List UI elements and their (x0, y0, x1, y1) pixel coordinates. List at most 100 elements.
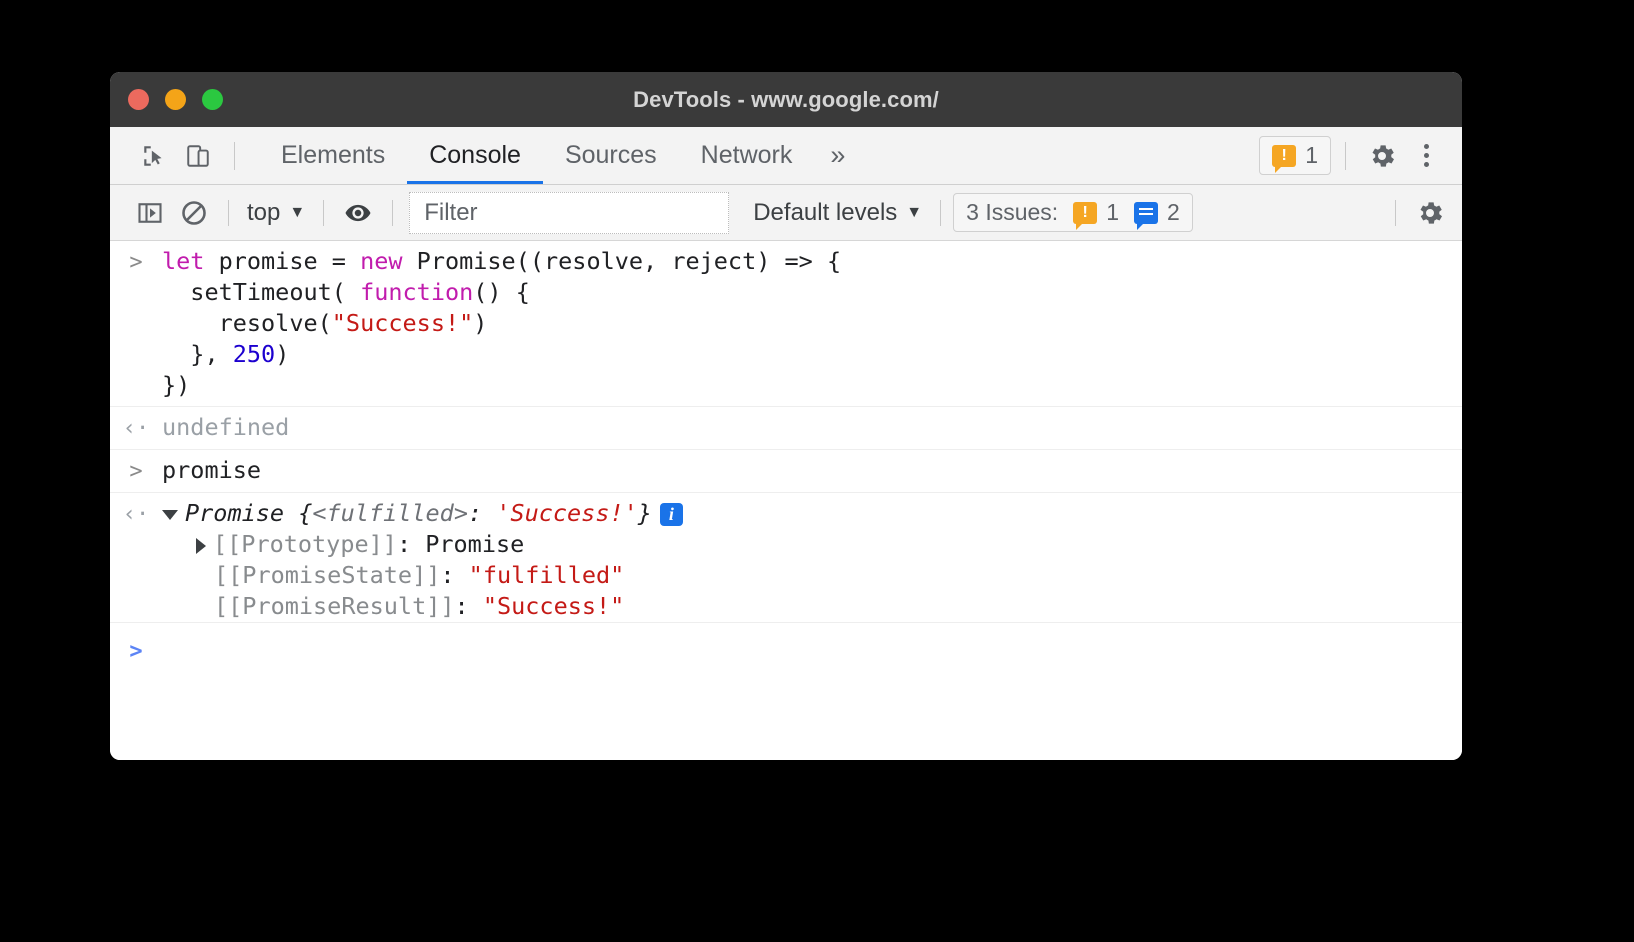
console-toolbar-divider-1 (228, 199, 229, 226)
issues-warning-count: 1 (1106, 199, 1119, 225)
tab-network-label: Network (700, 141, 793, 169)
issues-info-count: 2 (1166, 199, 1180, 225)
promise-object-header[interactable]: Promise {<fulfilled>: 'Success!'} i (162, 498, 1450, 529)
console-row-input-1[interactable]: > let promise = new Promise((resolve, re… (110, 241, 1462, 407)
property-key: [[PromiseResult]] (214, 592, 455, 620)
property-separator: : (396, 530, 426, 558)
window-title: DevTools - www.google.com/ (633, 86, 939, 112)
kebab-menu-icon[interactable] (1404, 134, 1448, 178)
console-toolbar-divider-5 (1395, 199, 1396, 226)
close-button[interactable] (128, 89, 149, 110)
clear-console-icon[interactable] (172, 193, 216, 233)
property-row-promiseresult[interactable]: [[PromiseResult]]: "Success!" (162, 591, 1450, 622)
tab-console[interactable]: Console (407, 127, 543, 184)
promise-state-tag: <fulfilled> (312, 499, 468, 527)
brace-close: } (637, 499, 652, 527)
log-levels-label: Default levels (753, 198, 898, 226)
warning-icon: ! (1272, 144, 1297, 173)
execution-context-label: top (247, 198, 281, 226)
disclosure-triangle-closed-icon[interactable] (196, 537, 206, 554)
tabbar-divider-2 (1345, 141, 1346, 170)
minimize-button[interactable] (165, 89, 186, 110)
chevron-double-right-icon: » (830, 140, 846, 170)
prompt-marker: > (129, 639, 143, 664)
info-icon[interactable]: i (659, 503, 683, 526)
output-marker-2: ‹· (122, 502, 150, 527)
window-controls (110, 89, 223, 110)
warning-count-chip[interactable]: ! 1 (1259, 136, 1331, 175)
code-token: let (162, 247, 219, 275)
execution-context-selector[interactable]: top ▼ (241, 199, 311, 227)
property-row-prototype[interactable]: [[Prototype]]: Promise (162, 529, 1450, 560)
live-expression-icon[interactable] (336, 193, 380, 233)
code-token: 250 (232, 340, 276, 368)
console-row-output-undefined[interactable]: ‹· undefined (110, 407, 1462, 450)
property-key: [[PromiseState]] (214, 561, 441, 589)
console-row-output-object[interactable]: ‹· Promise {<fulfilled>: 'Success!'} i [[… (110, 493, 1462, 622)
panel-tabs: Elements Console Sources Network » (259, 127, 861, 184)
tab-console-label: Console (429, 141, 521, 169)
code-token: () { (473, 278, 530, 306)
code-token: ) (275, 340, 290, 368)
property-value: "fulfilled" (468, 561, 625, 589)
maximize-button[interactable] (202, 89, 223, 110)
code-token: }, (162, 340, 233, 368)
console-prompt-row[interactable]: > (110, 622, 1462, 672)
screen: DevTools - www.google.com/ Elements Cons… (0, 0, 1634, 942)
input-marker-2: > (129, 459, 143, 484)
code-token: setTimeout( (162, 278, 361, 306)
code-token: ) (473, 309, 488, 337)
property-separator: : (440, 561, 469, 589)
issues-label: 3 Issues: (966, 199, 1059, 225)
log-levels-selector[interactable]: Default levels ▼ (747, 199, 928, 227)
console-output[interactable]: > let promise = new Promise((resolve, re… (110, 241, 1462, 760)
tab-elements[interactable]: Elements (259, 127, 407, 184)
toolbar-divider (234, 141, 235, 170)
more-tabs-button[interactable]: » (814, 127, 861, 184)
object-name: Promise (185, 499, 299, 527)
code-token: function (360, 278, 474, 306)
tab-network[interactable]: Network (679, 127, 815, 184)
devtools-window: DevTools - www.google.com/ Elements Cons… (110, 72, 1462, 760)
property-separator: : (454, 592, 483, 620)
input-marker-1: > (129, 250, 143, 275)
code-token: promise = (218, 247, 361, 275)
console-toolbar-divider-3 (392, 199, 394, 226)
inspect-element-icon[interactable] (132, 134, 176, 178)
console-toolbar-divider-4 (940, 199, 942, 226)
code-token: Promise((resolve, reject) => { (416, 247, 842, 275)
promise-object-tree[interactable]: Promise {<fulfilled>: 'Success!'} i [[Pro… (162, 498, 1462, 622)
code-token: }) (162, 371, 191, 399)
console-toolbar-divider-2 (323, 199, 325, 226)
tab-elements-label: Elements (281, 141, 386, 169)
tab-sources[interactable]: Sources (543, 127, 679, 184)
property-row-promisestate[interactable]: [[PromiseState]]: "fulfilled" (162, 560, 1450, 591)
info-icon-issues (1133, 201, 1158, 230)
chevron-down-icon-levels: ▼ (906, 203, 923, 221)
kebab-dots (1423, 144, 1429, 167)
brace-open: { (298, 499, 313, 527)
property-value: Promise (425, 530, 525, 558)
code-token: resolve( (162, 309, 332, 337)
console-output-undefined: undefined (162, 413, 290, 441)
console-row-input-2[interactable]: > promise (110, 450, 1462, 493)
console-input-code-1: let promise = new Promise((resolve, reje… (162, 246, 1462, 401)
code-token: new (360, 247, 417, 275)
chevron-down-icon: ▼ (289, 203, 306, 221)
output-marker-1: ‹· (122, 416, 150, 441)
gear-icon[interactable] (1360, 134, 1404, 178)
promise-value: 'Success!' (496, 499, 638, 527)
console-prompt-input[interactable] (162, 635, 1462, 667)
warning-count-label: 1 (1305, 142, 1318, 168)
disclosure-triangle-open-icon[interactable] (162, 509, 178, 520)
issues-chip[interactable]: 3 Issues: ! 1 2 (953, 193, 1193, 232)
console-sidebar-icon[interactable] (128, 193, 172, 233)
title-bar: DevTools - www.google.com/ (110, 72, 1462, 127)
device-toolbar-icon[interactable] (176, 134, 220, 178)
header-colon: : (467, 499, 497, 527)
property-key: [[Prototype]] (213, 530, 397, 558)
devtools-tab-bar: Elements Console Sources Network » ! 1 (110, 127, 1462, 185)
filter-input[interactable]: Filter (409, 191, 730, 234)
property-value: "Success!" (482, 592, 625, 620)
console-settings-gear-icon[interactable] (1408, 193, 1452, 233)
